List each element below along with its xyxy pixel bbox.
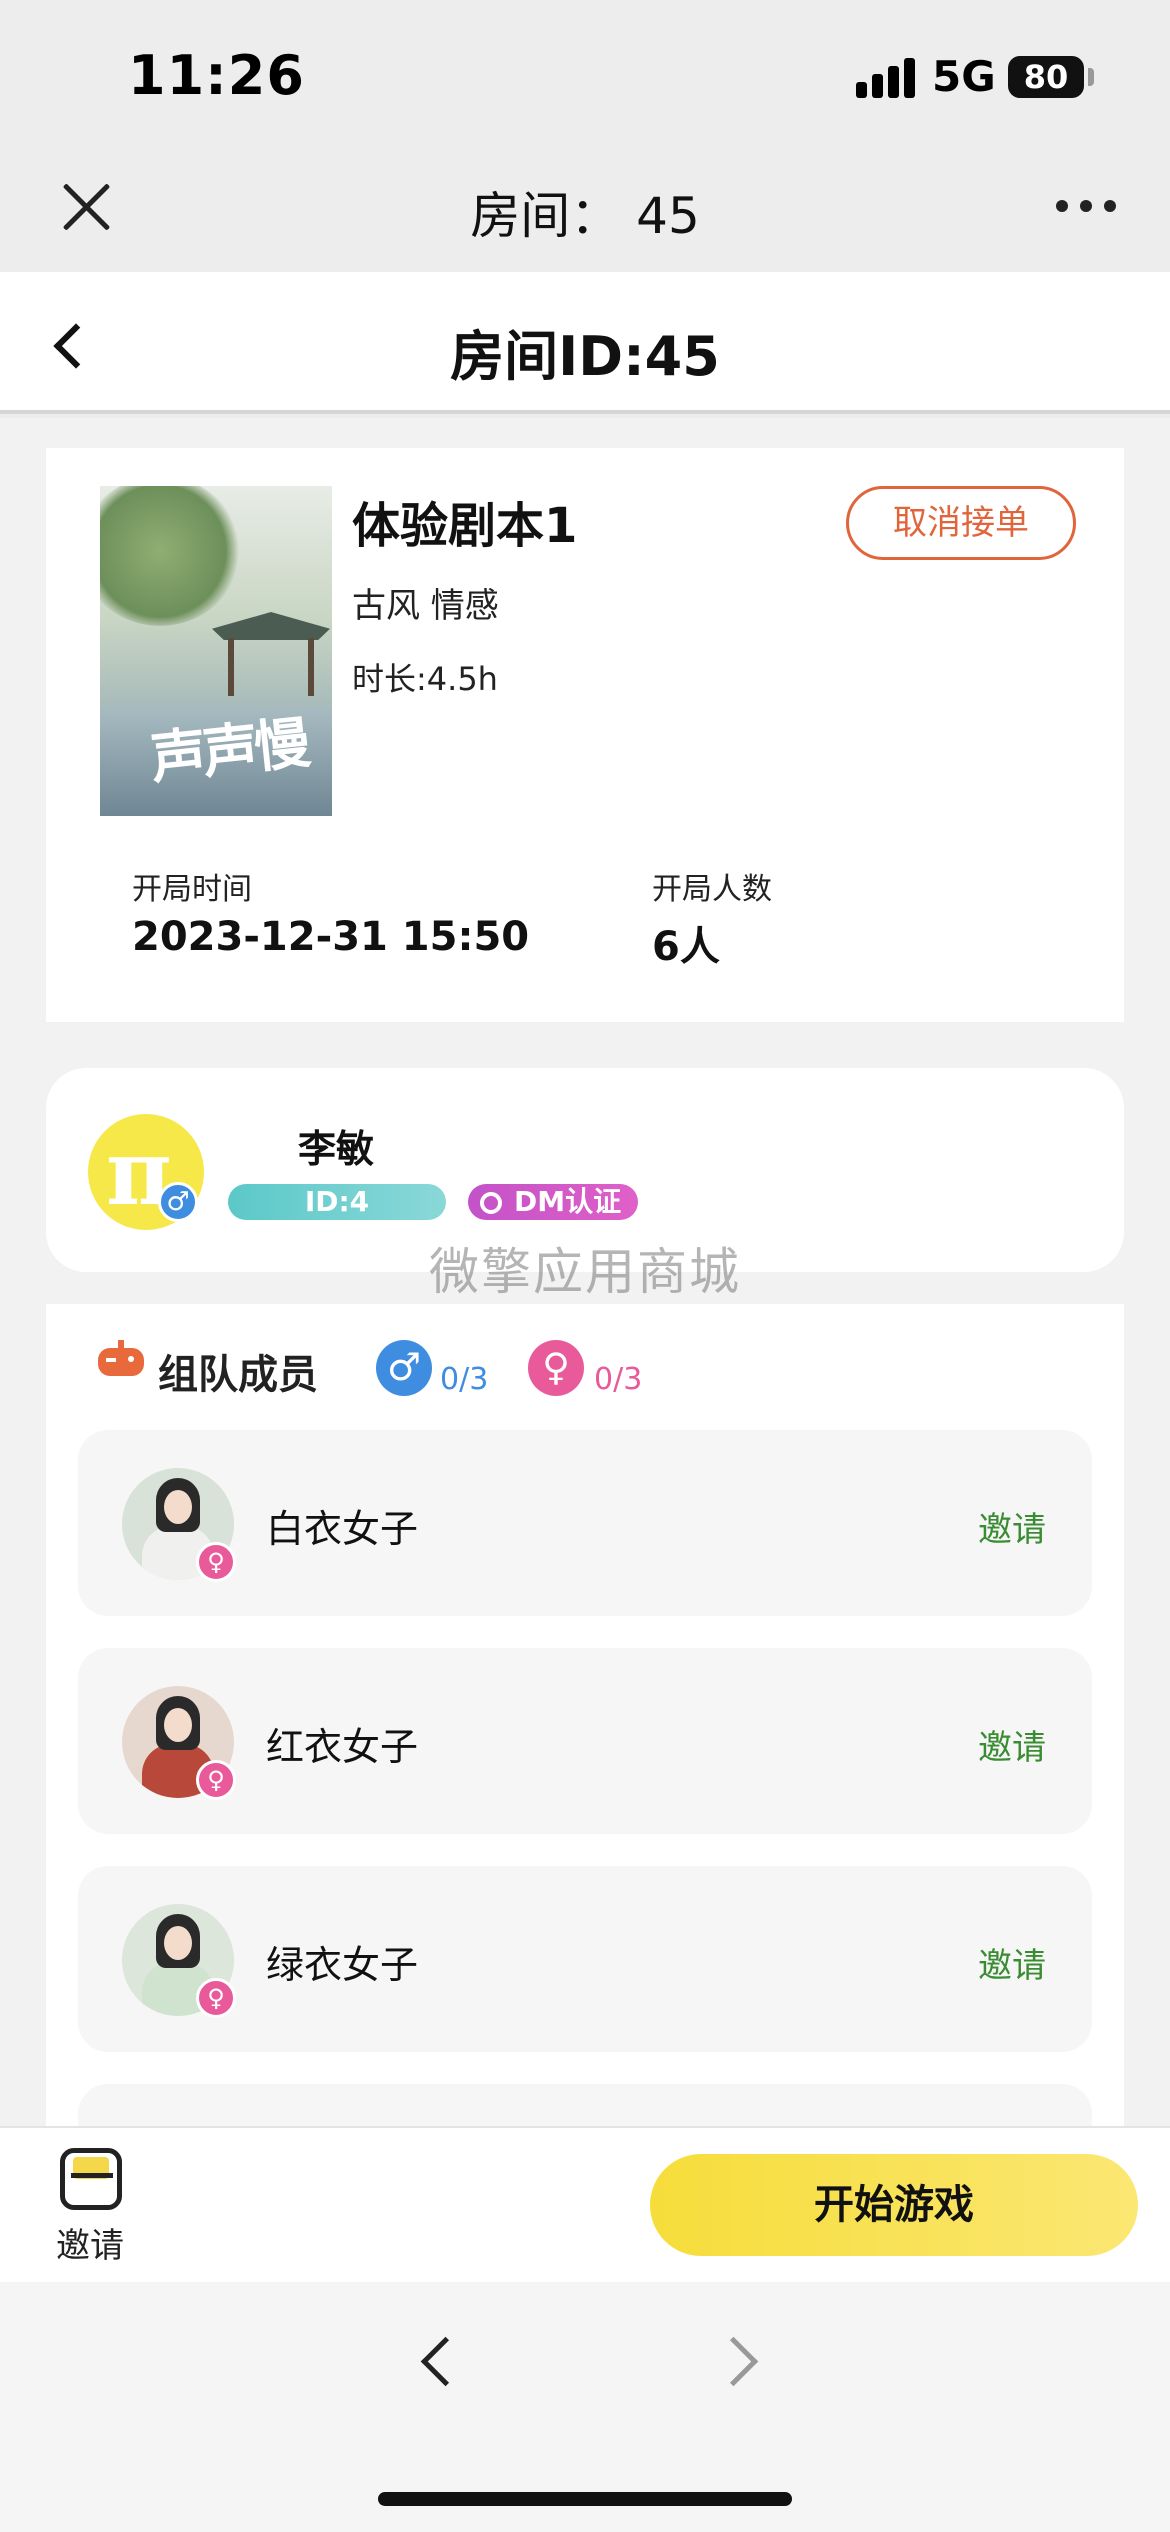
browser-back-icon[interactable]: [414, 2330, 454, 2390]
watermark: 微擎应用商城: [429, 1243, 741, 1301]
list-item-partial: [78, 2084, 1092, 2126]
female-gender-icon: ♀: [196, 1542, 236, 1582]
gamepad-icon: [98, 1340, 144, 1378]
battery-tip: [1088, 68, 1094, 86]
cover-tree: [100, 486, 240, 626]
script-tags: 古风 情感: [352, 586, 499, 626]
female-count: 0/3: [594, 1362, 643, 1397]
member-name: 绿衣女子: [266, 1943, 419, 1987]
players-value: 6人: [652, 924, 720, 970]
dm-name: 李敏: [298, 1127, 375, 1171]
cover-pavilion-roof: [212, 612, 330, 640]
script-duration: 时长:4.5h: [352, 660, 498, 698]
member-name: 白衣女子: [266, 1507, 419, 1551]
dm-id-badge: ID:4: [228, 1184, 446, 1220]
start-game-button[interactable]: 开始游戏: [650, 2154, 1138, 2256]
page-title: 房间ID:45: [450, 325, 720, 388]
cover-pavilion: [228, 638, 314, 696]
cover-title: 声声慢: [147, 710, 310, 792]
invite-link[interactable]: 邀请: [978, 1502, 1046, 1551]
cancel-order-button[interactable]: 取消接单: [846, 486, 1076, 560]
status-time: 11:26: [128, 44, 305, 107]
female-icon: ♀: [528, 1340, 584, 1396]
browser-forward-icon[interactable]: [716, 2330, 756, 2390]
team-title: 组队成员: [158, 1352, 318, 1398]
list-item: ♀ 白衣女子 邀请: [78, 1430, 1092, 1616]
search-icon: [480, 1192, 502, 1214]
list-item: ♀ 绿衣女子 邀请: [78, 1866, 1092, 2052]
invite-label[interactable]: 邀请: [56, 2218, 124, 2267]
battery-icon: 80: [1008, 56, 1084, 98]
male-icon: ♂: [376, 1340, 432, 1396]
male-count: 0/3: [440, 1362, 489, 1397]
member-name: 红衣女子: [266, 1725, 419, 1769]
more-icon[interactable]: [1056, 200, 1116, 214]
wechat-title: 房间： 45: [470, 187, 700, 245]
invite-link[interactable]: 邀请: [978, 1720, 1046, 1769]
start-time-label: 开局时间: [132, 872, 252, 907]
home-indicator: [378, 2492, 792, 2506]
players-label: 开局人数: [652, 872, 772, 907]
male-gender-icon: ♂: [158, 1182, 198, 1222]
female-gender-icon: ♀: [196, 1978, 236, 2018]
list-item: ♀ 红衣女子 邀请: [78, 1648, 1092, 1834]
signal-icon: [856, 58, 916, 98]
female-gender-icon: ♀: [196, 1760, 236, 1800]
invite-mail-icon[interactable]: [60, 2148, 122, 2210]
invite-link[interactable]: 邀请: [978, 1938, 1046, 1987]
start-time-value: 2023-12-31 15:50: [132, 914, 530, 960]
script-name: 体验剧本1: [352, 498, 578, 554]
script-cover-image[interactable]: 声声慢: [100, 486, 332, 816]
network-label: 5G: [932, 52, 996, 101]
